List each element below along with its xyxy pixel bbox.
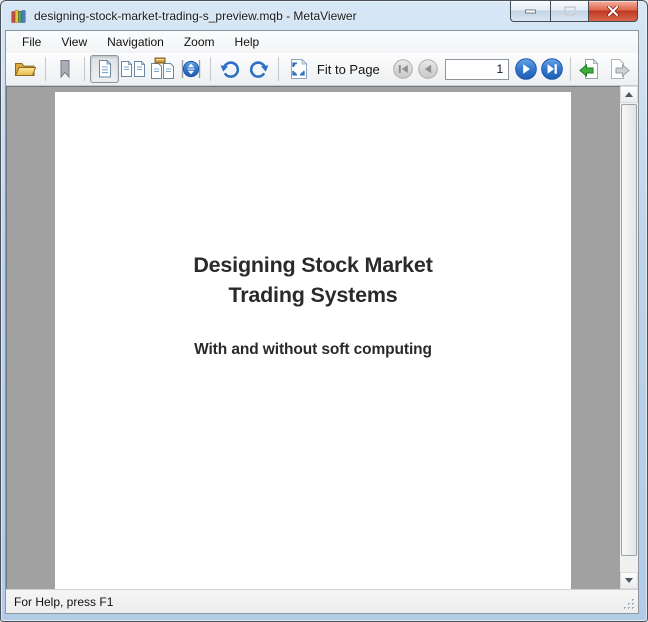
window-controls xyxy=(510,1,638,22)
next-page-icon xyxy=(514,57,538,81)
page-number-input[interactable] xyxy=(445,59,509,80)
single-page-button[interactable] xyxy=(90,55,119,83)
book-view-button[interactable] xyxy=(148,55,177,83)
client-area: File View Navigation Zoom Help xyxy=(5,30,639,614)
fit-to-page-icon xyxy=(287,57,311,81)
continuous-scroll-button[interactable] xyxy=(176,55,205,83)
status-text: For Help, press F1 xyxy=(14,595,113,609)
facing-pages-icon xyxy=(120,58,146,80)
first-page-icon xyxy=(392,58,414,80)
menu-file[interactable]: File xyxy=(12,33,51,51)
menu-zoom[interactable]: Zoom xyxy=(174,33,225,51)
rotate-left-button[interactable] xyxy=(216,55,245,83)
maximize-button[interactable] xyxy=(550,1,589,22)
menu-bar: File View Navigation Zoom Help xyxy=(6,31,638,53)
window-title: designing-stock-market-trading-s_preview… xyxy=(34,9,357,23)
menu-navigation[interactable]: Navigation xyxy=(97,33,174,51)
app-books-icon xyxy=(11,8,27,24)
metaviewer-window: designing-stock-market-trading-s_preview… xyxy=(0,0,648,622)
vertical-scrollbar[interactable] xyxy=(620,86,638,589)
scrollbar-thumb[interactable] xyxy=(621,104,637,556)
forward-gray-arrow-icon xyxy=(607,57,631,81)
toolbar-separator xyxy=(45,57,46,81)
forward-button[interactable] xyxy=(604,55,633,83)
open-button[interactable] xyxy=(11,55,40,83)
toolbar-separator xyxy=(278,57,279,81)
title-bar[interactable]: designing-stock-market-trading-s_preview… xyxy=(1,1,647,30)
vertical-scroll-icon xyxy=(179,57,203,81)
last-page-button[interactable] xyxy=(539,55,565,83)
fit-to-page-label: Fit to Page xyxy=(317,62,380,77)
bookmark-icon xyxy=(54,58,76,80)
status-bar: For Help, press F1 xyxy=(6,589,638,613)
toolbar-separator xyxy=(210,57,211,81)
menu-view[interactable]: View xyxy=(51,33,97,51)
toolbar-separator xyxy=(84,57,85,81)
scrollbar-track[interactable] xyxy=(620,103,638,572)
fit-to-page-button[interactable] xyxy=(284,55,313,83)
document-page: Designing Stock Market Trading Systems W… xyxy=(55,92,571,589)
open-folder-icon xyxy=(13,57,37,81)
bookmark-button[interactable] xyxy=(51,55,80,83)
facing-pages-button[interactable] xyxy=(119,55,148,83)
document-subtitle: With and without soft computing xyxy=(55,341,571,359)
back-button[interactable] xyxy=(576,55,605,83)
document-title-line2: Trading Systems xyxy=(55,280,571,310)
next-page-button[interactable] xyxy=(513,55,539,83)
previous-page-button[interactable] xyxy=(415,55,441,83)
toolbar-separator xyxy=(570,57,571,81)
document-title: Designing Stock Market Trading Systems xyxy=(55,250,571,310)
toolbar: Fit to Page xyxy=(6,53,638,86)
close-button[interactable] xyxy=(589,1,638,22)
back-green-arrow-icon xyxy=(578,57,602,81)
arrow-up-icon xyxy=(625,92,633,97)
first-page-button[interactable] xyxy=(390,55,416,83)
book-pages-icon xyxy=(149,57,175,81)
scroll-down-button[interactable] xyxy=(620,572,638,589)
document-viewport[interactable]: Designing Stock Market Trading Systems W… xyxy=(6,86,620,589)
arrow-down-icon xyxy=(625,578,633,583)
document-title-line1: Designing Stock Market xyxy=(55,250,571,280)
scroll-up-button[interactable] xyxy=(620,86,638,103)
content-row: Designing Stock Market Trading Systems W… xyxy=(6,86,638,589)
resize-grip[interactable] xyxy=(623,598,636,611)
single-page-icon xyxy=(94,58,116,80)
rotate-counterclockwise-icon xyxy=(218,57,242,81)
rotate-clockwise-icon xyxy=(247,57,271,81)
previous-page-icon xyxy=(417,58,439,80)
last-page-icon xyxy=(540,57,564,81)
menu-help[interactable]: Help xyxy=(225,33,270,51)
minimize-button[interactable] xyxy=(510,1,550,22)
rotate-right-button[interactable] xyxy=(245,55,274,83)
